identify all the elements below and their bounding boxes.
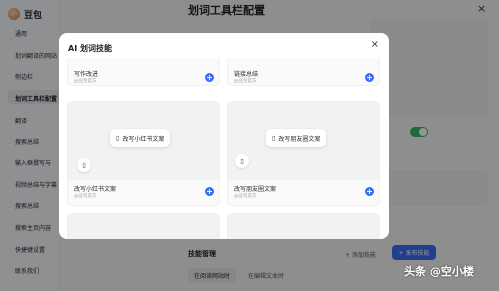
skill-author: @豆包官方 (74, 194, 97, 199)
skill-author: @豆包官方 (234, 79, 257, 84)
skill-author: @豆包官方 (74, 79, 97, 84)
skill-card[interactable] (227, 213, 380, 239)
skill-card-moments[interactable]: ▯ 改写朋友圈文案 ▯ 改写朋友圈文案 @豆包官方 + (227, 101, 380, 206)
modal-title: AI 划词技能 (68, 44, 112, 53)
skill-name: 改写小红书文案 (74, 186, 117, 193)
skill-preview-chip: ▯ 改写小红书文案 (110, 129, 171, 147)
document-icon: ▯ (77, 158, 91, 172)
skills-grid: 写作改进 @豆包官方 + 链接总结 @豆包官方 + ▯ 改写小红书文案 ▯ 改写… (67, 58, 381, 239)
skill-card-link-summary[interactable]: 链接总结 @豆包官方 + (227, 58, 380, 86)
skill-author: @豆包官方 (234, 194, 257, 199)
skill-preview (68, 214, 219, 239)
add-skill-icon[interactable]: + (205, 73, 214, 82)
add-skill-icon[interactable]: + (365, 73, 374, 82)
add-skill-icon[interactable]: + (205, 187, 214, 196)
skill-name: 链接总结 (234, 71, 259, 78)
skill-card-xiaohongshu[interactable]: ▯ 改写小红书文案 ▯ 改写小红书文案 @豆包官方 + (67, 101, 220, 206)
watermark: 头条 @空小楼 (404, 265, 474, 278)
skill-name: 改写朋友圈文案 (234, 186, 277, 193)
skill-preview (228, 214, 379, 239)
document-icon: ▯ (235, 154, 249, 168)
document-icon: ▯ (116, 134, 120, 142)
skill-card-writing[interactable]: 写作改进 @豆包官方 + (67, 58, 220, 86)
close-icon[interactable]: × (371, 40, 379, 50)
skill-card[interactable] (67, 213, 220, 239)
ai-skills-modal: AI 划词技能 × 写作改进 @豆包官方 + 链接总结 @豆包官方 + ▯ 改写… (59, 33, 389, 239)
skill-preview-chip: ▯ 改写朋友圈文案 (266, 129, 327, 147)
document-icon: ▯ (272, 134, 276, 142)
skill-name: 写作改进 (74, 71, 99, 78)
add-skill-icon[interactable]: + (365, 187, 374, 196)
